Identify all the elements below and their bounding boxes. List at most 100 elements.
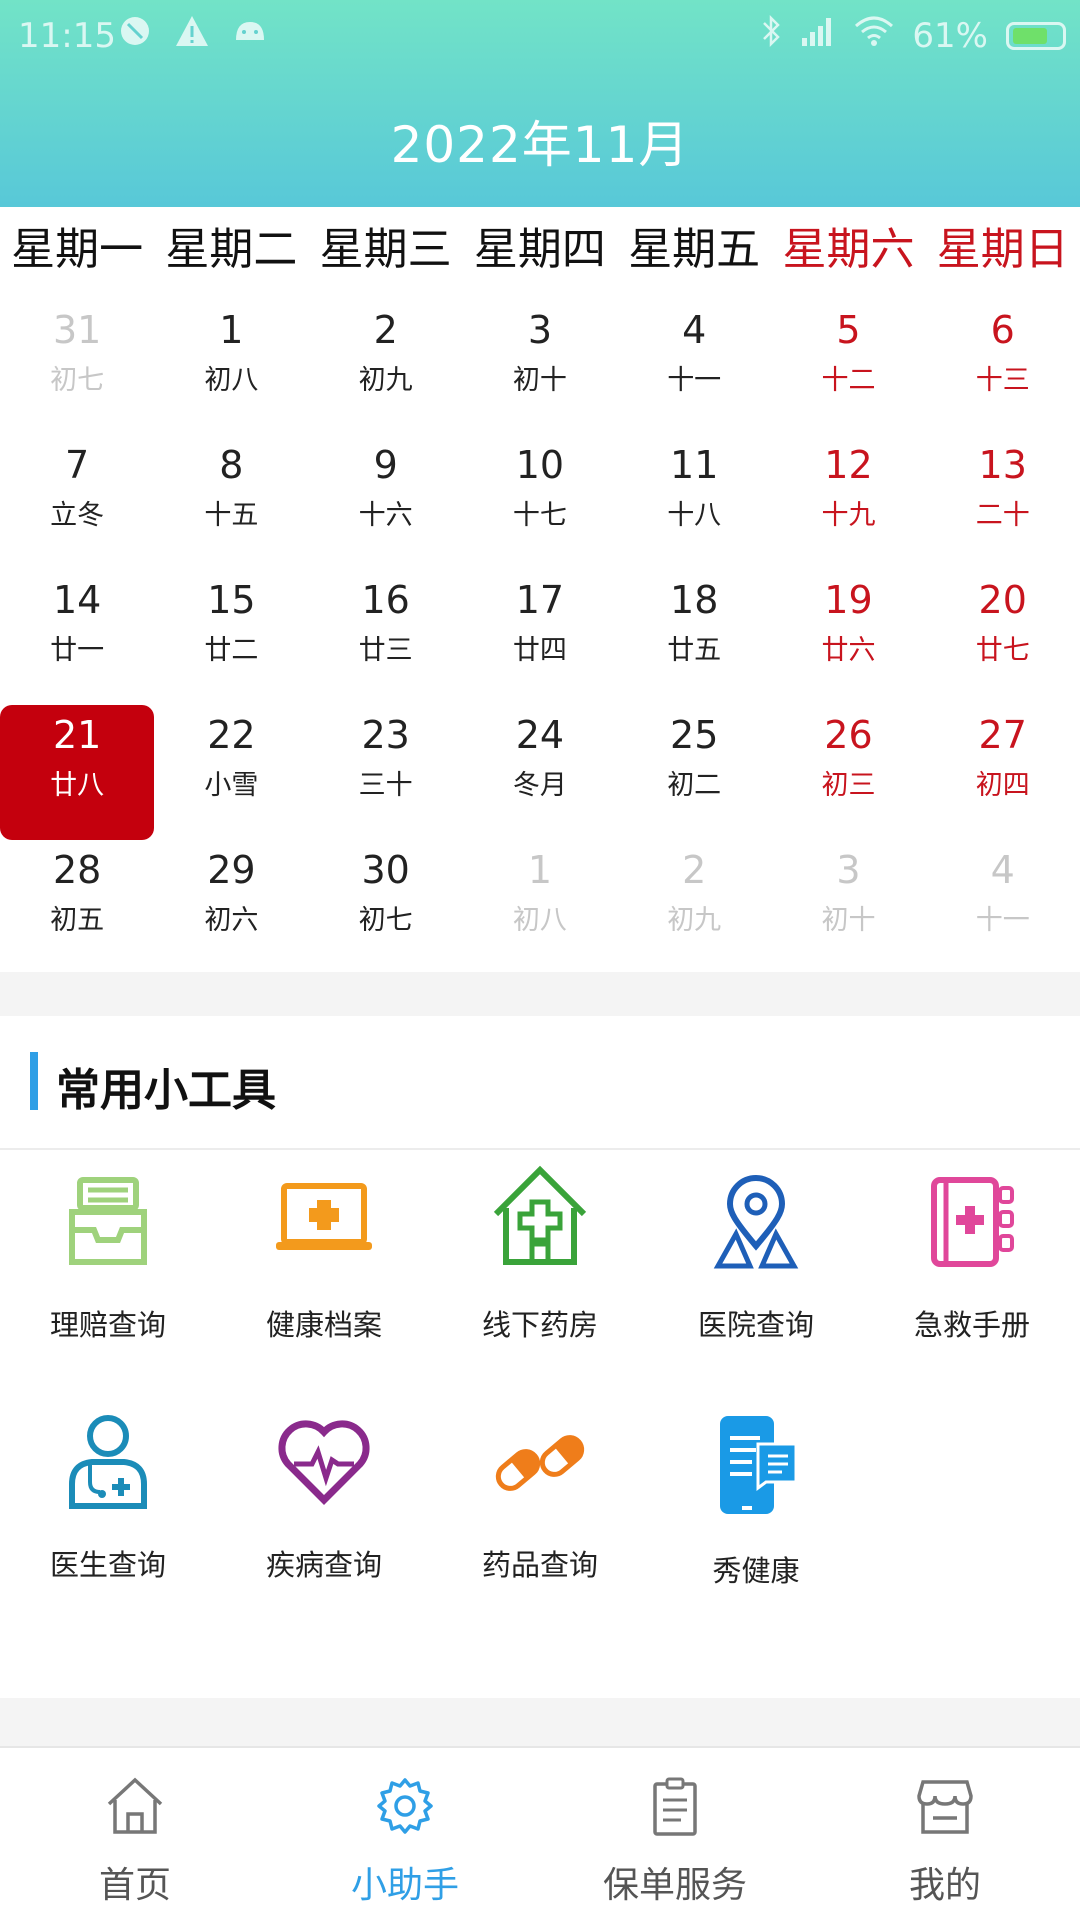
lunar-date: 廿八 [50, 770, 105, 801]
day-number: 3 [836, 848, 861, 892]
tool-health-record[interactable]: 健康档案 [216, 1150, 432, 1390]
lunar-date: 十二 [821, 365, 876, 396]
phone-document-icon [706, 1412, 806, 1514]
lunar-date: 廿五 [667, 635, 722, 666]
day-number: 6 [990, 308, 1015, 352]
day-number: 2 [682, 848, 707, 892]
calendar-day[interactable]: 18 廿五 [617, 570, 771, 705]
lunar-date: 廿一 [50, 635, 105, 666]
lunar-date: 十三 [975, 365, 1030, 396]
calendar-day[interactable]: 24 冬月 [463, 705, 617, 840]
calendar-day[interactable]: 15 廿二 [154, 570, 308, 705]
tool-offline-pharmacy[interactable]: 线下药房 [432, 1150, 648, 1390]
nav-mine[interactable]: 我的 [810, 1748, 1080, 1920]
weekday-sun: 星期日 [936, 224, 1069, 275]
calendar-day[interactable]: 12 十九 [771, 435, 925, 570]
tool-hospital-query[interactable]: 医院查询 [648, 1150, 864, 1390]
calendar-day[interactable]: 26 初三 [771, 705, 925, 840]
day-number: 20 [978, 578, 1027, 622]
calendar-day[interactable]: 23 三十 [309, 705, 463, 840]
calendar-day[interactable]: 7 立冬 [0, 435, 154, 570]
pharmacy-house-icon [490, 1165, 590, 1272]
weekday-header: 星期一 星期二 星期三 星期四 星期五 星期六 星期日 [0, 220, 1080, 280]
wifi-icon [854, 14, 894, 57]
lunar-date: 廿七 [975, 635, 1030, 666]
calendar-day[interactable]: 14 廿一 [0, 570, 154, 705]
calendar-day[interactable]: 16 廿三 [309, 570, 463, 705]
calendar-day[interactable]: 27 初四 [926, 705, 1080, 840]
calendar-day[interactable]: 13 二十 [926, 435, 1080, 570]
calendar-day[interactable]: 10 十七 [463, 435, 617, 570]
calendar-day[interactable]: 5 十二 [771, 300, 925, 435]
day-number: 10 [515, 443, 565, 487]
heartbeat-icon [274, 1412, 374, 1512]
calendar-day[interactable]: 11 十八 [617, 435, 771, 570]
calendar-day[interactable]: 9 十六 [309, 435, 463, 570]
pills-icon [490, 1412, 590, 1512]
warning-icon [174, 14, 210, 57]
tool-doctor-query[interactable]: 医生查询 [0, 1390, 216, 1630]
inbox-tray-icon [58, 1172, 158, 1272]
day-number: 1 [219, 308, 244, 352]
tool-show-health[interactable]: 秀健康 [648, 1390, 864, 1630]
calendar-day-selected[interactable]: 21 廿八 [0, 705, 155, 840]
lunar-date: 冬月 [512, 770, 567, 801]
gear-icon [375, 1776, 435, 1836]
month-title[interactable]: 2022年11月 [0, 105, 1080, 177]
tool-disease-query[interactable]: 疾病查询 [216, 1390, 432, 1630]
calendar-day[interactable]: 8 十五 [154, 435, 308, 570]
calendar-day[interactable]: 17 廿四 [463, 570, 617, 705]
lunar-date: 初九 [358, 365, 413, 396]
lunar-date: 初四 [975, 770, 1030, 801]
calendar-day[interactable]: 2 初九 [309, 300, 463, 435]
lunar-date: 廿六 [821, 635, 876, 666]
calendar-day[interactable]: 29 初六 [154, 840, 308, 975]
nav-assistant[interactable]: 小助手 [270, 1748, 540, 1920]
alarm-icon [118, 14, 152, 57]
calendar-day[interactable]: 1 初八 [463, 840, 617, 975]
lunar-date: 初七 [50, 365, 105, 396]
day-number: 25 [670, 713, 719, 757]
calendar-day[interactable]: 22 小雪 [154, 705, 308, 840]
nav-policy-service[interactable]: 保单服务 [540, 1748, 810, 1920]
section-divider [0, 972, 1080, 1016]
calendar-day[interactable]: 19 廿六 [771, 570, 925, 705]
nav-home[interactable]: 首页 [0, 1748, 270, 1920]
calendar-day[interactable]: 20 廿七 [926, 570, 1080, 705]
tool-label: 医生查询 [49, 1548, 166, 1582]
day-number: 13 [978, 443, 1027, 487]
tool-first-aid-manual[interactable]: 急救手册 [864, 1150, 1080, 1390]
calendar-day[interactable]: 28 初五 [0, 840, 154, 975]
calendar-day[interactable]: 4 十一 [617, 300, 771, 435]
tool-claim-query[interactable]: 理赔查询 [0, 1150, 216, 1390]
weekday-mon: 星期一 [11, 224, 144, 275]
calendar-day[interactable]: 2 初九 [617, 840, 771, 975]
calendar-day[interactable]: 4 十一 [926, 840, 1080, 975]
lunar-date: 初六 [204, 905, 259, 936]
tool-label: 急救手册 [913, 1308, 1030, 1342]
lunar-date: 初七 [358, 905, 413, 936]
tools-section-header: 常用小工具 [0, 1016, 1080, 1150]
calendar-day[interactable]: 25 初二 [617, 705, 771, 840]
calendar-day[interactable]: 3 初十 [463, 300, 617, 435]
day-number: 31 [52, 308, 102, 352]
calendar-day[interactable]: 31 初七 [0, 300, 154, 435]
lunar-date: 三十 [358, 770, 413, 801]
location-pin-icon [706, 1172, 806, 1272]
tools-grid: 理赔查询 健康档案 线下药房 医院查询 急救手册 医生查询 疾病查询 药品查询 … [0, 1150, 1080, 1630]
day-number: 30 [361, 848, 410, 892]
tool-drug-query[interactable]: 药品查询 [432, 1390, 648, 1630]
calendar-day[interactable]: 3 初十 [771, 840, 925, 975]
header: 11:15 61% 2022年11月 [0, 0, 1080, 207]
signal-icon [800, 14, 836, 57]
calendar-day[interactable]: 1 初八 [154, 300, 308, 435]
lunar-date: 十五 [204, 500, 259, 531]
day-number: 16 [361, 578, 410, 622]
calendar-day[interactable]: 30 初七 [309, 840, 463, 975]
day-number: 12 [824, 443, 873, 487]
battery-icon [1006, 21, 1066, 50]
day-number: 23 [361, 713, 410, 757]
android-icon [232, 14, 268, 57]
weekday-sat: 星期六 [782, 224, 915, 275]
calendar-day[interactable]: 6 十三 [926, 300, 1080, 435]
